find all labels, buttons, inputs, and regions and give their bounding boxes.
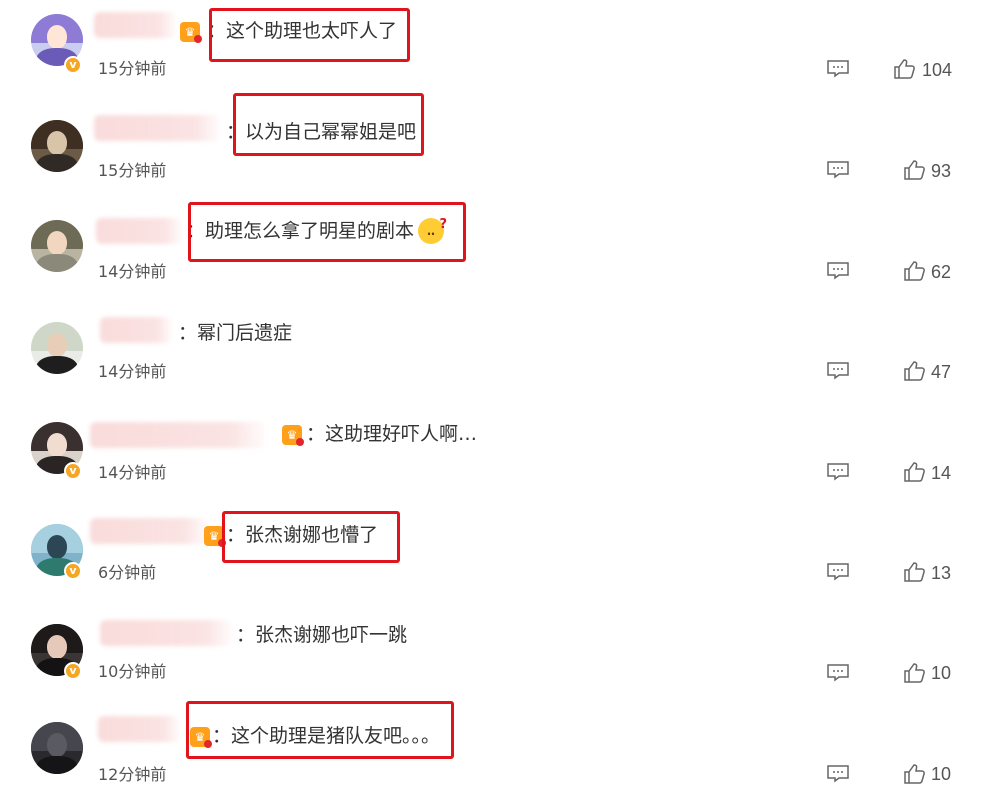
verified-badge-icon: v — [64, 56, 82, 74]
verified-badge-icon: v — [64, 662, 82, 680]
avatar[interactable] — [31, 722, 83, 774]
crown-badge-icon: ♛ — [204, 526, 226, 547]
like-count: 10 — [931, 764, 952, 784]
like-count: 47 — [931, 362, 952, 382]
like-icon[interactable] — [903, 360, 925, 382]
crown-badge-icon: ♛ — [282, 425, 304, 446]
blurred-username — [90, 422, 266, 448]
avatar[interactable] — [31, 322, 83, 374]
blurred-username — [100, 620, 232, 646]
comment-item: v ：张杰谢娜也吓一跳 10分钟前 10 — [0, 600, 1000, 700]
blurred-username — [94, 115, 220, 141]
highlight-box — [209, 8, 410, 62]
highlight-box — [188, 202, 466, 262]
comment-item: ：以为自己幂幂姐是吧 15分钟前 93 — [0, 93, 1000, 200]
comment-item: v ♛ ：这个助理也太吓人了 15分钟前 104 — [0, 0, 1000, 100]
comment-text: ：张杰谢娜也吓一跳 — [236, 624, 408, 646]
like-icon[interactable] — [903, 260, 925, 282]
verified-badge-icon: v — [64, 462, 82, 480]
comment-item: v ♛ ：这助理好吓人啊… 14分钟前 14 — [0, 400, 1000, 500]
comment-time: 10分钟前 — [98, 662, 167, 681]
blurred-username — [98, 716, 180, 742]
reply-icon[interactable] — [826, 160, 850, 179]
comment-time: 14分钟前 — [98, 362, 167, 381]
like-icon[interactable] — [903, 159, 925, 181]
like-icon[interactable] — [893, 58, 915, 80]
like-icon[interactable] — [903, 662, 925, 684]
comment-time: 14分钟前 — [98, 463, 167, 482]
comment-item: ：助理怎么拿了明星的剧本 ‥ 14分钟前 62 — [0, 200, 1000, 300]
like-count: 13 — [931, 563, 952, 583]
like-count: 104 — [922, 60, 953, 80]
like-icon[interactable] — [903, 461, 925, 483]
blurred-username — [96, 218, 182, 244]
like-icon[interactable] — [903, 763, 925, 785]
like-count: 10 — [931, 663, 952, 683]
reply-icon[interactable] — [826, 663, 850, 682]
reply-icon[interactable] — [826, 562, 850, 581]
reply-icon[interactable] — [826, 361, 850, 380]
comment-text: ：这助理好吓人啊… — [306, 423, 478, 445]
blurred-username — [100, 317, 172, 343]
comment-time: 12分钟前 — [98, 765, 167, 784]
like-count: 93 — [931, 161, 952, 181]
comment-item: v ♛ ：张杰谢娜也懵了 6分钟前 13 — [0, 500, 1000, 600]
highlight-box — [233, 93, 424, 156]
comment-time: 15分钟前 — [98, 161, 167, 180]
blurred-username — [90, 518, 208, 544]
verified-badge-icon: v — [64, 562, 82, 580]
blurred-username — [94, 12, 176, 38]
reply-icon[interactable] — [826, 764, 850, 783]
like-count: 14 — [931, 463, 952, 483]
avatar[interactable] — [31, 220, 83, 272]
like-icon[interactable] — [903, 561, 925, 583]
comment-item: ♛ ：这个助理是猪队友吧。。。 12分钟前 10 — [0, 700, 1000, 789]
comment-time: 14分钟前 — [98, 262, 167, 281]
like-count: 62 — [931, 262, 952, 282]
comment-time: 15分钟前 — [98, 59, 167, 78]
highlight-box — [186, 701, 454, 759]
reply-icon[interactable] — [826, 59, 850, 78]
reply-icon[interactable] — [826, 462, 850, 481]
crown-badge-icon: ♛ — [180, 22, 202, 43]
comment-item: ：幂门后遗症 14分钟前 47 — [0, 300, 1000, 400]
reply-icon[interactable] — [826, 261, 850, 280]
avatar[interactable] — [31, 120, 83, 172]
comment-text: ：幂门后遗症 — [178, 322, 293, 344]
highlight-box — [222, 511, 400, 563]
comment-time: 6分钟前 — [98, 563, 157, 582]
